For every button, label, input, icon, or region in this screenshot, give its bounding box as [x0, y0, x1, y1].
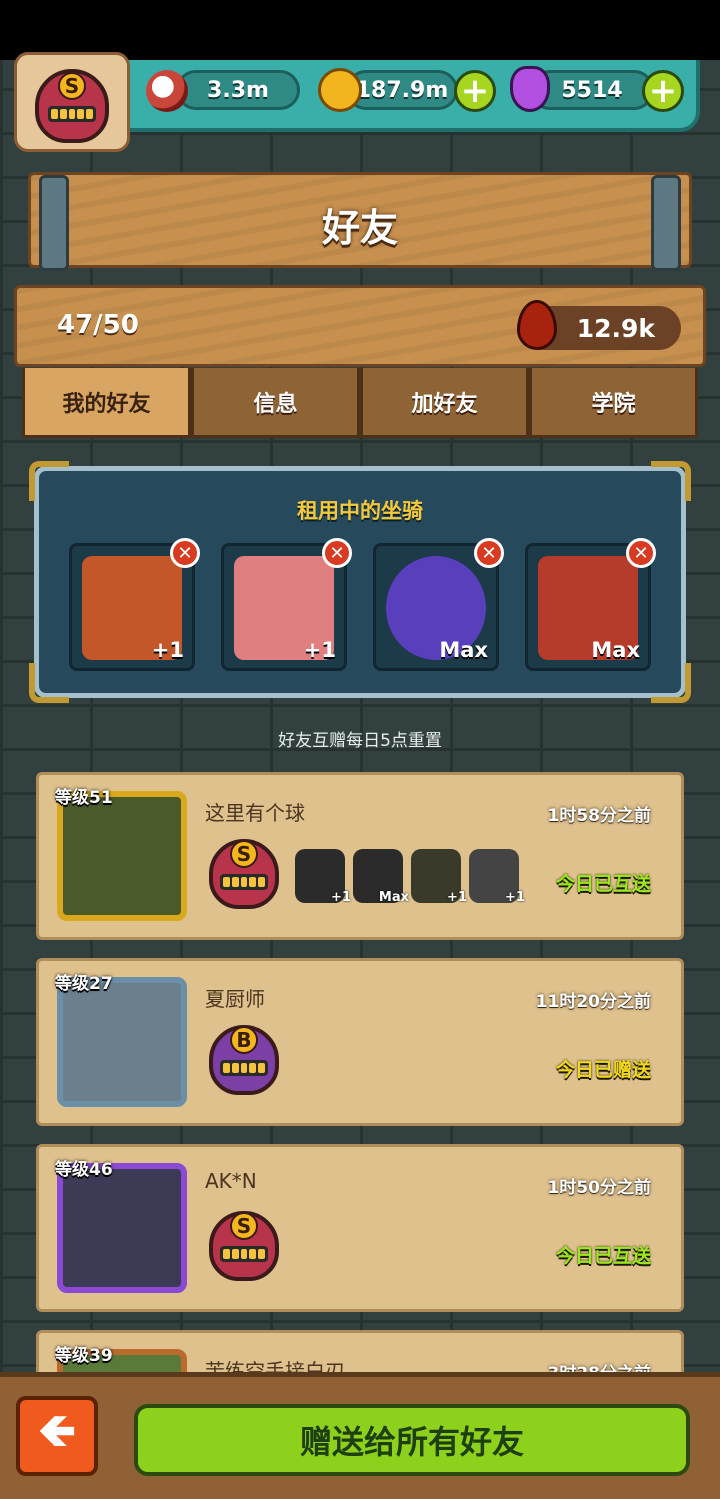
friend-card[interactable]: 等级27 夏厨师 11时20分之前 B 今日已赠送 [36, 958, 684, 1126]
friend-level: 等级39 [55, 1346, 113, 1366]
tab-my-friends[interactable]: 我的好友 [22, 368, 191, 438]
mount-slot-4[interactable]: Max ✕ [525, 538, 656, 671]
friend-name: 夏厨师 [205, 987, 265, 1011]
friend-level: 等级51 [55, 788, 113, 808]
lion-mount-mini-icon: +1 [469, 849, 525, 905]
horned-monster-avatar-icon[interactable] [57, 1163, 187, 1293]
add-potions-button[interactable]: + [642, 70, 684, 112]
rank-teeth-icon [220, 1060, 268, 1076]
friend-rank-badge: S [209, 1211, 279, 1281]
mount-slot-1[interactable]: +1 ✕ [69, 538, 200, 671]
back-button[interactable]: 🡸 [16, 1396, 98, 1476]
blood-counter: 12.9k [517, 300, 681, 350]
friend-rank-badge: S [209, 839, 279, 909]
player-rank-badge: S [35, 69, 109, 143]
mount-slot-2[interactable]: +1 ✕ [221, 538, 352, 671]
eyeball-counter: 3.3m [176, 70, 300, 110]
blood-value: 12.9k [576, 314, 655, 343]
mount-level: Max [439, 638, 488, 662]
page-title: 好友 [321, 206, 398, 250]
mini-mount-level: +1 [447, 890, 467, 905]
potion-icon [510, 66, 550, 112]
mounts-title: 租用中的坐骑 [297, 499, 423, 523]
friend-card[interactable]: 等级46 AK*N 1时50分之前 S 今日已互送 [36, 1144, 684, 1312]
tab-messages[interactable]: 信息 [191, 368, 360, 438]
coin-value: 187.9m [355, 77, 449, 103]
add-coins-button[interactable]: + [454, 70, 496, 112]
rank-teeth-icon [220, 1246, 268, 1262]
status-bar [0, 0, 720, 60]
friend-rank-badge: B [209, 1025, 279, 1095]
mount-level: +1 [303, 638, 336, 662]
potion-value: 5514 [561, 77, 623, 103]
friend-count-board: 47/50 12.9k [14, 285, 706, 367]
rank-letter: S [58, 72, 86, 100]
remove-mount-button[interactable]: ✕ [322, 538, 352, 568]
mini-mount-level: +1 [505, 890, 525, 905]
friend-name: 这里有个球 [205, 801, 305, 825]
demon-mount-mini-icon: Max [353, 849, 409, 905]
remove-mount-button[interactable]: ✕ [170, 538, 200, 568]
coin-icon [318, 68, 362, 112]
mount-level: +1 [151, 638, 184, 662]
mini-mount-level: Max [378, 890, 409, 905]
eyeball-icon [146, 70, 188, 112]
wheat-avatar-icon[interactable] [57, 791, 187, 921]
miner-mount-mini-icon: +1 [411, 849, 467, 905]
tab-academy[interactable]: 学院 [529, 368, 698, 438]
rank-letter: S [230, 1212, 258, 1240]
rank-teeth-icon [48, 106, 96, 122]
rank-letter: S [230, 840, 258, 868]
daily-reset-note: 好友互赠每日5点重置 [278, 731, 442, 751]
back-arrow-icon: 🡸 [38, 1403, 76, 1457]
remove-mount-button[interactable]: ✕ [626, 538, 656, 568]
friend-name: AK*N [205, 1169, 257, 1193]
tab-add-friend[interactable]: 加好友 [360, 368, 529, 438]
top-hat-monster-avatar-icon[interactable] [57, 977, 187, 1107]
friends-tabs: 我的好友 信息 加好友 学院 [22, 368, 698, 438]
corner-ornament [651, 663, 691, 703]
gift-status: 今日已赠送 [555, 1059, 651, 1081]
corner-ornament [29, 663, 69, 703]
friend-level: 等级46 [55, 1160, 113, 1180]
last-online-time: 11时20分之前 [535, 992, 651, 1012]
gift-status: 今日已互送 [555, 873, 651, 895]
mini-mount-level: +1 [331, 890, 351, 905]
player-avatar-frame[interactable]: S [14, 52, 130, 152]
gift-status: 今日已互送 [555, 1245, 651, 1267]
last-online-time: 1时50分之前 [547, 1178, 652, 1198]
blood-drop-icon [517, 300, 557, 350]
eyeball-value: 3.3m [207, 77, 269, 103]
gift-all-friends-button[interactable]: 赠送给所有好友 [134, 1404, 690, 1476]
last-online-time: 1时58分之前 [547, 806, 652, 826]
rented-mounts-panel: 租用中的坐骑 +1 ✕ +1 ✕ Max ✕ Max ✕ [29, 461, 691, 703]
coin-counter: 187.9m [346, 70, 458, 110]
friend-card[interactable]: 等级51 这里有个球 1时58分之前 S +1 Max +1 +1 今日已互送 [36, 772, 684, 940]
friend-count: 47/50 [57, 310, 139, 340]
friend-level: 等级27 [55, 974, 113, 994]
mount-slot-3[interactable]: Max ✕ [373, 538, 504, 671]
title-board: 好友 [28, 172, 692, 271]
mount-level: Max [591, 638, 640, 662]
rose-mount-mini-icon: +1 [295, 849, 351, 905]
remove-mount-button[interactable]: ✕ [474, 538, 504, 568]
rank-teeth-icon [220, 874, 268, 890]
rank-letter: B [230, 1026, 258, 1054]
